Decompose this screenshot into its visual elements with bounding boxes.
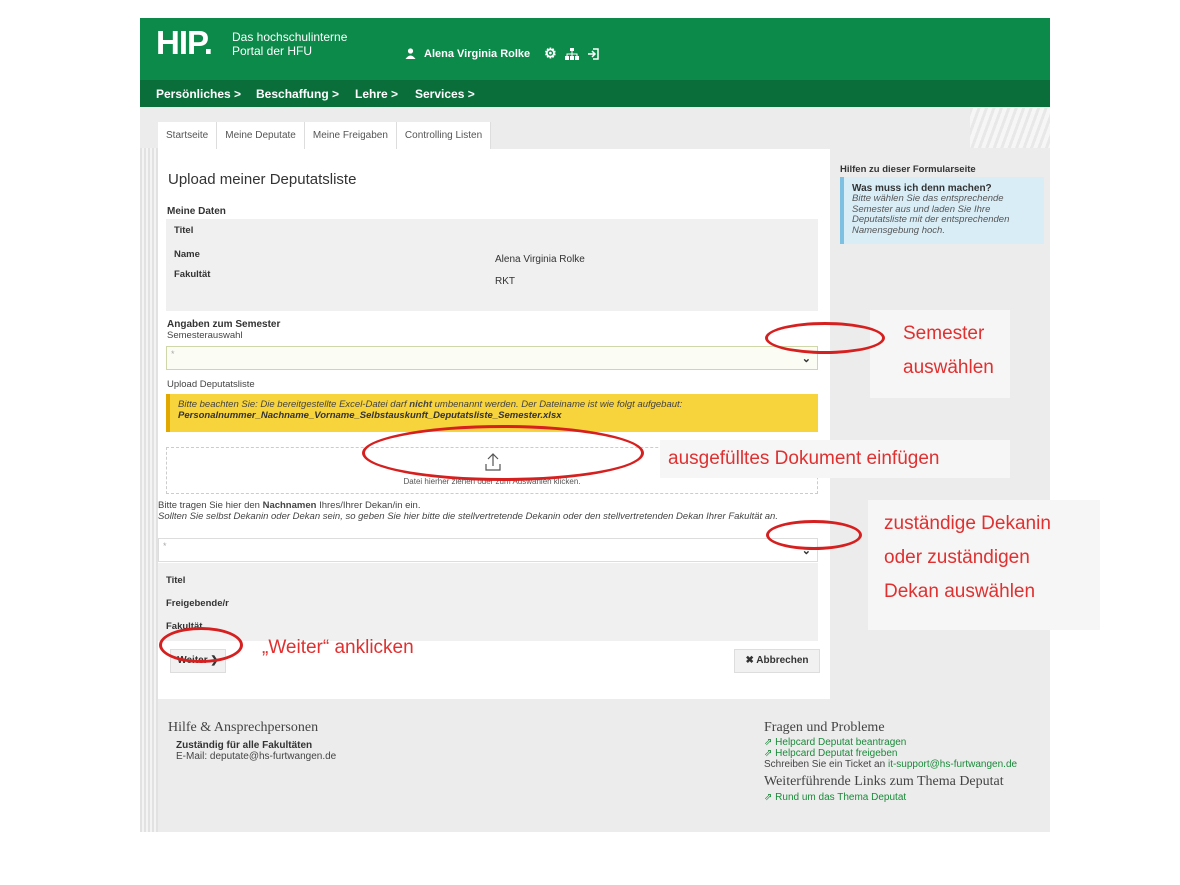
external-link-icon: ⇗	[764, 737, 776, 748]
link-helpcard-beantragen[interactable]: ⇗ Helpcard Deputat beantragen	[764, 737, 906, 748]
gear-icon[interactable]: ⚙	[544, 45, 557, 62]
user-name[interactable]: Alena Virginia Rolke	[424, 48, 530, 60]
decor-stripes	[140, 148, 158, 832]
page-title: Upload meiner Deputatsliste	[168, 171, 357, 188]
dekan-selected-value: *	[163, 541, 167, 551]
link2-text: Helpcard Deputat freigeben	[775, 748, 898, 759]
abbrechen-button[interactable]: ✖ Abbrechen	[734, 649, 820, 673]
annotation-dokument: ausgefülltes Dokument einfügen	[668, 448, 940, 469]
notice-filename: Personalnummer_Nachname_Vorname_Selbstau…	[178, 410, 562, 421]
ticket-text: Schreiben Sie ein Ticket an	[764, 759, 888, 770]
ticket-email-link[interactable]: it-support@hs-furtwangen.de	[888, 759, 1017, 770]
link-helpcard-freigeben[interactable]: ⇗ Helpcard Deputat freigeben	[764, 748, 897, 759]
user-icon	[405, 48, 416, 59]
nav-persoenliches[interactable]: Persönliches >	[156, 87, 241, 101]
nav-beschaffung[interactable]: Beschaffung >	[256, 87, 339, 101]
meine-daten-box: Titel Name Alena Virginia Rolke Fakultät…	[166, 219, 818, 311]
help-panel: Hilfen zu dieser Formularseite Was muss …	[840, 164, 1050, 244]
field-label-fakultaet: Fakultät	[174, 269, 211, 280]
tab-startseite[interactable]: Startseite	[158, 122, 218, 149]
field-label-titel: Titel	[174, 225, 194, 236]
dekan-field-titel: Titel	[166, 575, 186, 586]
field-label-name: Name	[174, 249, 200, 260]
tab-meine-deputate[interactable]: Meine Deputate	[217, 122, 305, 149]
user-bar: Alena Virginia Rolke ⚙	[405, 45, 599, 62]
notice-text-post: umbenannt werden. Der Dateiname ist wie …	[432, 399, 683, 410]
main-nav: Persönliches > Beschaffung > Lehre > Ser…	[140, 80, 1050, 107]
dekan-text-post: Ihres/Ihrer Dekan/in ein.	[316, 500, 421, 511]
link1-text: Helpcard Deputat beantragen	[775, 737, 907, 748]
annotation-dekan-line2: oder zuständigen	[884, 547, 1030, 568]
upload-label: Upload Deputatsliste	[167, 379, 255, 390]
footer: Hilfe & Ansprechpersonen Zuständig für a…	[158, 710, 1050, 832]
annotation-semester-line2: auswählen	[903, 357, 994, 378]
tab-meine-freigaben[interactable]: Meine Freigaben	[304, 122, 397, 149]
field-value-name: Alena Virginia Rolke	[495, 254, 585, 265]
dekan-field-freigebende: Freigebende/r	[166, 598, 229, 609]
semester-heading: Angaben zum Semester	[167, 319, 281, 330]
footer-help-heading: Hilfe & Ansprechpersonen	[168, 720, 319, 735]
semester-label: Semesterauswahl	[167, 330, 243, 341]
dekan-note: Sollten Sie selbst Dekanin oder Dekan se…	[158, 510, 778, 522]
notice-text-bold: nicht	[409, 399, 432, 410]
highlight-dekan-select	[766, 520, 862, 550]
logout-icon[interactable]	[587, 47, 599, 60]
close-icon: ✖	[745, 655, 757, 666]
highlight-weiter-button	[159, 627, 243, 663]
abbrechen-label: Abbrechen	[756, 655, 809, 666]
subtitle-line-2: Portal der HFU	[232, 44, 313, 58]
semester-selected-value: *	[171, 349, 175, 359]
main-content: Upload meiner Deputatsliste Meine Daten …	[158, 149, 830, 699]
dekan-data-box: Titel Freigebende/r Fakultät	[158, 563, 818, 641]
help-box: Was muss ich denn machen? Bitte wählen S…	[840, 177, 1044, 244]
footer-responsible: Zuständig für alle Fakultäten	[176, 740, 313, 751]
dekan-text-pre: Bitte tragen Sie hier den	[158, 500, 263, 511]
footer-email: E-Mail: deputate@hs-furtwangen.de	[176, 751, 337, 762]
external-link-icon: ⇗	[764, 792, 776, 803]
subtitle-line-1: Das hochschulinterne	[232, 30, 348, 44]
annotation-semester-line1: Semester	[903, 323, 985, 344]
semester-select[interactable]: * ⌄	[166, 346, 818, 370]
app-frame: HIP. Das hochschulinterne Portal der HFU…	[140, 18, 1050, 832]
nav-services[interactable]: Services >	[415, 87, 475, 101]
header: HIP. Das hochschulinterne Portal der HFU…	[140, 18, 1050, 80]
notice-text-pre: Bitte beachten Sie: Die bereitgestellte …	[178, 399, 410, 410]
meine-daten-heading: Meine Daten	[167, 206, 226, 217]
annotation-dekan-line1: zuständige Dekanin	[884, 513, 1051, 534]
highlight-dropzone	[362, 425, 644, 481]
footer-ticket: Schreiben Sie ein Ticket an it-support@h…	[764, 759, 1017, 770]
highlight-semester-select	[765, 322, 885, 354]
footer-links-heading: Weiterführende Links zum Thema Deputat	[764, 774, 1004, 789]
dekan-text-bold: Nachnamen	[262, 500, 317, 511]
annotation-weiter: „Weiter“ anklicken	[262, 637, 414, 658]
dekan-instruction: Bitte tragen Sie hier den Nachnamen Ihre…	[158, 500, 818, 522]
nav-lehre[interactable]: Lehre >	[355, 87, 398, 101]
field-value-fakultaet: RKT	[495, 276, 515, 287]
logo[interactable]: HIP.	[156, 24, 213, 62]
annotation-dekan-line3: Dekan auswählen	[884, 581, 1036, 602]
tab-bar: Startseite Meine Deputate Meine Freigabe…	[158, 122, 492, 149]
footer-questions-heading: Fragen und Probleme	[764, 720, 885, 735]
sitemap-icon[interactable]	[564, 47, 579, 60]
external-link-icon: ⇗	[764, 748, 776, 759]
tab-controlling-listen[interactable]: Controlling Listen	[396, 122, 492, 149]
help-title: Hilfen zu dieser Formularseite	[840, 164, 976, 175]
help-answer: Bitte wählen Sie das entsprechende Semes…	[852, 193, 1010, 236]
dekan-select[interactable]: * ⌄	[158, 538, 818, 562]
decor-stripes-right	[970, 108, 1050, 148]
chevron-down-icon: ⌄	[801, 353, 811, 365]
link3-text: Rund um das Thema Deputat	[775, 792, 907, 803]
logo-subtitle: Das hochschulinterne Portal der HFU	[232, 30, 347, 58]
link-rund-um-deputat[interactable]: ⇗ Rund um das Thema Deputat	[764, 792, 906, 803]
